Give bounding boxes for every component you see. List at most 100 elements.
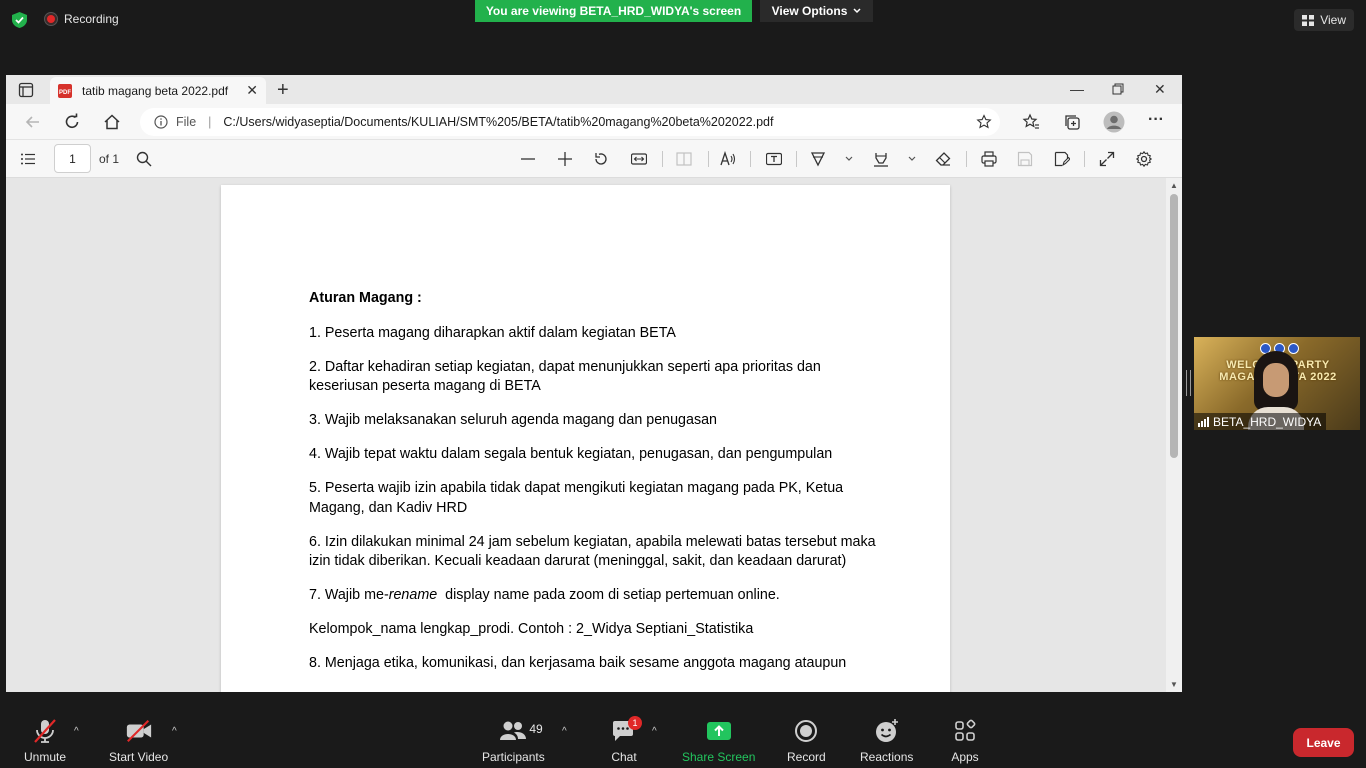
collections-icon[interactable] xyxy=(1063,113,1081,131)
leave-button[interactable]: Leave xyxy=(1293,728,1354,757)
rule-item: 2. Daftar kehadiran setiap kegiatan, dap… xyxy=(309,358,821,395)
pdf-file-icon: PDF xyxy=(58,83,72,98)
participants-icon: 49 xyxy=(499,718,543,744)
document-heading: Aturan Magang : xyxy=(309,290,422,306)
fit-to-width-icon[interactable] xyxy=(631,151,647,167)
info-icon[interactable] xyxy=(154,115,168,129)
chat-button[interactable]: 1 Chat xyxy=(610,716,642,764)
zoom-in-icon[interactable] xyxy=(557,151,573,167)
apps-icon xyxy=(951,718,979,744)
rotate-icon[interactable] xyxy=(593,151,609,167)
unmute-label: Unmute xyxy=(24,750,67,764)
chevron-down-icon[interactable] xyxy=(844,154,854,164)
home-icon[interactable] xyxy=(103,113,121,131)
favorites-icon[interactable] xyxy=(1022,113,1040,131)
name-format-line: Kelompok_nama lengkap_prodi. Contoh : 2_… xyxy=(309,621,754,637)
recording-indicator[interactable]: Recording xyxy=(44,12,119,26)
fullscreen-icon[interactable] xyxy=(1099,151,1115,167)
participants-count: 49 xyxy=(529,722,543,736)
save-as-icon[interactable] xyxy=(1054,151,1070,167)
chat-label: Chat xyxy=(611,750,637,764)
search-icon[interactable] xyxy=(136,151,152,167)
toolbar-divider xyxy=(750,151,751,167)
add-text-icon[interactable] xyxy=(766,151,782,167)
video-panel-drag-handle[interactable] xyxy=(1186,370,1191,396)
apps-button[interactable]: Apps xyxy=(951,718,979,764)
draw-icon[interactable] xyxy=(810,151,826,167)
scroll-up-icon[interactable]: ▲ xyxy=(1170,181,1178,190)
print-icon[interactable] xyxy=(981,151,997,167)
record-icon xyxy=(792,718,820,744)
more-menu-icon[interactable]: ··· xyxy=(1148,111,1166,129)
tab-actions-icon[interactable] xyxy=(18,82,34,98)
pdf-page: Aturan Magang : 1. Peserta magang dihara… xyxy=(221,185,950,692)
record-label: Record xyxy=(787,750,826,764)
settings-gear-icon[interactable] xyxy=(1136,151,1152,167)
pdf-toolbar: 1 of 1 xyxy=(6,140,1182,178)
vertical-scrollbar[interactable]: ▲ ▼ xyxy=(1166,178,1182,692)
unmute-button[interactable]: Unmute xyxy=(24,718,66,764)
participants-options-chevron-icon[interactable]: ^ xyxy=(562,726,567,737)
view-button[interactable]: View xyxy=(1294,9,1354,31)
eraser-icon[interactable] xyxy=(935,151,951,167)
page-number-input[interactable]: 1 xyxy=(54,144,91,173)
share-screen-icon xyxy=(705,718,733,744)
participants-button[interactable]: 49 Participants xyxy=(482,718,545,764)
url-field[interactable]: File | C:/Users/widyaseptia/Documents/KU… xyxy=(140,108,1000,136)
scroll-down-icon[interactable]: ▼ xyxy=(1170,680,1178,689)
rule-item: 4. Wajib tepat waktu dalam segala bentuk… xyxy=(309,446,833,462)
rule-7-prefix: 7. Wajib me- xyxy=(309,587,389,603)
muted-mic-icon xyxy=(31,718,59,744)
record-button[interactable]: Record xyxy=(787,718,826,764)
share-screen-label: Share Screen xyxy=(682,750,756,764)
zoom-out-icon[interactable] xyxy=(520,151,536,167)
audio-options-chevron-icon[interactable]: ^ xyxy=(74,726,79,737)
rule-item: 3. Wajib melaksanakan seluruh agenda mag… xyxy=(309,412,718,428)
new-tab-icon[interactable]: + xyxy=(277,79,289,102)
close-window-icon[interactable]: ✕ xyxy=(1154,81,1166,98)
toolbar-divider xyxy=(966,151,967,167)
reactions-emoji-icon xyxy=(873,718,901,744)
browser-titlebar: PDF tatib magang beta 2022.pdf ✕ + — ✕ xyxy=(6,75,1182,104)
security-shield-icon[interactable] xyxy=(12,12,27,28)
table-of-contents-icon[interactable] xyxy=(20,151,36,167)
page-count-label: of 1 xyxy=(99,152,120,166)
document-text: Aturan Magang : 1. Peserta magang dihara… xyxy=(309,289,879,688)
participant-video-tile[interactable]: WELCOME PARTY MAGANG BETA 2022 BETA_HRD_… xyxy=(1194,337,1360,430)
reactions-button[interactable]: Reactions xyxy=(860,718,913,764)
minimize-icon[interactable]: — xyxy=(1070,81,1084,97)
share-screen-button[interactable]: Share Screen xyxy=(682,718,755,764)
reactions-label: Reactions xyxy=(860,750,914,764)
url-scheme-label: File xyxy=(176,115,197,129)
close-tab-icon[interactable]: ✕ xyxy=(246,82,258,99)
recording-dot-icon xyxy=(44,12,58,26)
add-favorite-icon[interactable] xyxy=(976,114,992,130)
participants-label: Participants xyxy=(482,750,545,764)
connection-signal-icon xyxy=(1198,416,1209,427)
read-aloud-icon[interactable] xyxy=(720,151,736,167)
viewing-screen-banner: You are viewing BETA_HRD_WIDYA's screen xyxy=(475,0,752,22)
chevron-down-icon[interactable] xyxy=(907,154,917,164)
pdf-viewer-area[interactable]: Aturan Magang : 1. Peserta magang dihara… xyxy=(6,178,1166,692)
chat-options-chevron-icon[interactable]: ^ xyxy=(652,726,657,737)
back-arrow-icon[interactable] xyxy=(24,113,42,131)
meeting-controls-bar: Unmute ^ Start Video ^ 49 Participants ^ xyxy=(0,704,1366,768)
view-options-button[interactable]: View Options xyxy=(760,0,873,22)
refresh-icon[interactable] xyxy=(63,113,81,131)
scrollbar-thumb[interactable] xyxy=(1170,194,1178,458)
url-text: C:/Users/widyaseptia/Documents/KULIAH/SM… xyxy=(223,115,774,129)
rule-item-7: 7. Wajib me-rename display name pada zoo… xyxy=(309,586,879,606)
profile-avatar-icon[interactable] xyxy=(1103,111,1125,133)
video-options-chevron-icon[interactable]: ^ xyxy=(172,726,177,737)
highlight-icon[interactable] xyxy=(873,151,889,167)
tab-title: tatib magang beta 2022.pdf xyxy=(82,83,229,98)
rule-item: 5. Peserta wajib izin apabila tidak dapa… xyxy=(309,480,844,516)
browser-tab[interactable]: PDF tatib magang beta 2022.pdf ✕ xyxy=(50,77,266,104)
toolbar-divider xyxy=(662,151,663,167)
video-off-icon xyxy=(125,718,153,744)
start-video-button[interactable]: Start Video xyxy=(109,718,168,764)
view-label: View xyxy=(1320,13,1346,27)
chat-icon: 1 xyxy=(610,716,642,744)
participant-name-tag: BETA_HRD_WIDYA xyxy=(1194,413,1327,430)
restore-icon[interactable] xyxy=(1112,83,1124,95)
